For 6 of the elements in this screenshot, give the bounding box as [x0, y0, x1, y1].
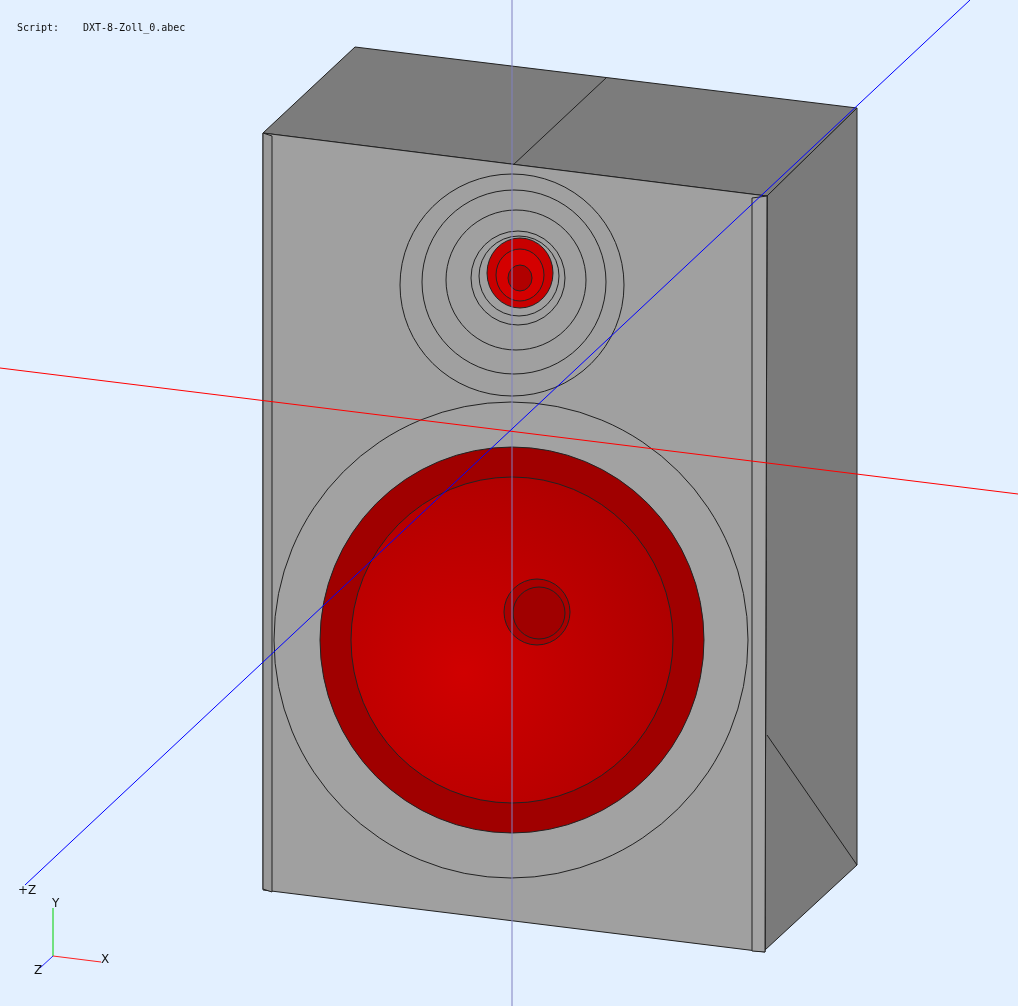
- axis-label: X: [101, 952, 110, 966]
- axis-label: Y: [52, 896, 60, 910]
- axis-label: Z: [34, 963, 43, 977]
- axis-label: +Z: [18, 883, 37, 897]
- script-label: Script:: [17, 22, 60, 33]
- script-filename: DXT-8-Zoll_0.abec: [83, 22, 186, 33]
